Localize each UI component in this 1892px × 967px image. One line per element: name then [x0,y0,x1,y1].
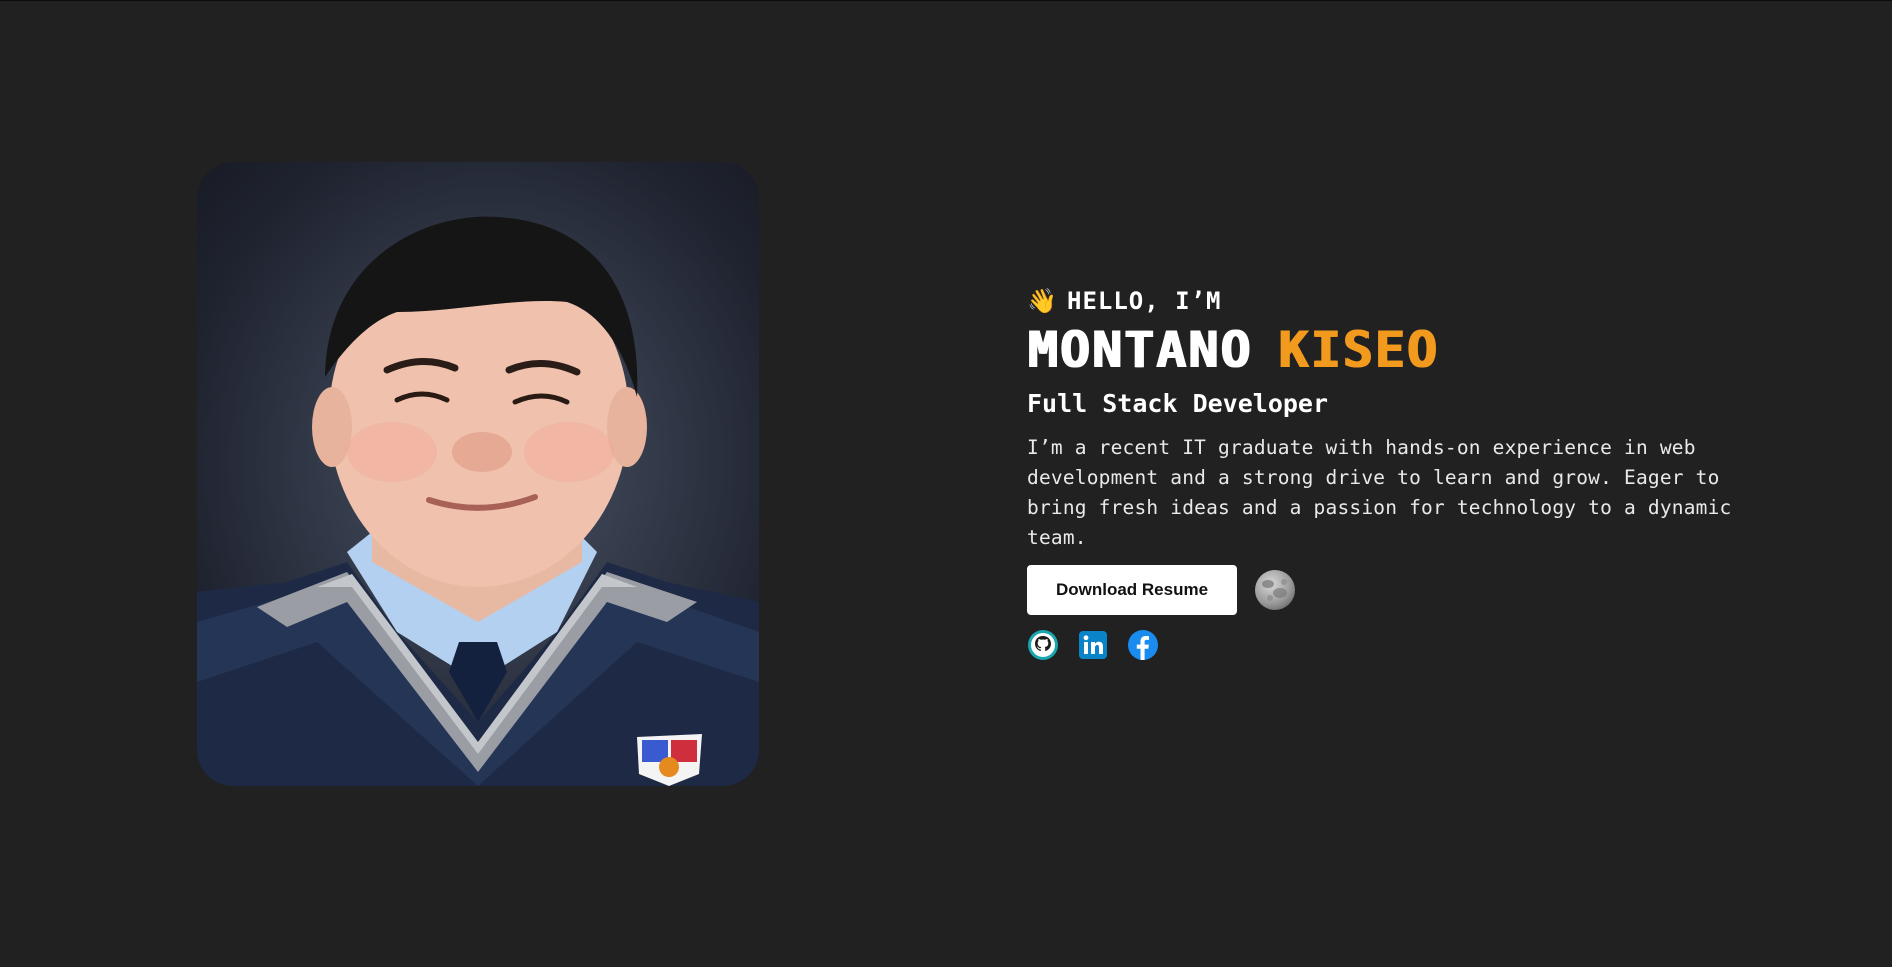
moon-icon [1255,570,1295,610]
role-title: Full Stack Developer [1027,389,1329,418]
bio-text: I’m a recent IT graduate with hands-on e… [1027,436,1732,549]
greeting: 👋 HELLO, I’M [1027,284,1767,318]
download-resume-button[interactable]: Download Resume [1027,565,1237,615]
name-heading: MONTANO KISEO [1027,322,1767,378]
social-links [1027,629,1767,661]
profile-photo [197,162,759,786]
github-icon[interactable] [1027,629,1059,661]
last-name: KISEO [1277,321,1439,379]
intro-section: 👋 HELLO, I’M MONTANO KISEO Full Stack Dev… [1027,284,1767,661]
waving-hand-icon: 👋 [1027,287,1058,315]
greeting-text: HELLO, I’M [1067,287,1222,315]
top-border [0,0,1892,1]
theme-toggle-button[interactable] [1254,569,1296,611]
first-name: MONTANO [1027,321,1252,379]
actions-row: Download Resume [1027,565,1767,615]
linkedin-icon[interactable] [1077,629,1109,661]
facebook-icon[interactable] [1127,629,1159,661]
